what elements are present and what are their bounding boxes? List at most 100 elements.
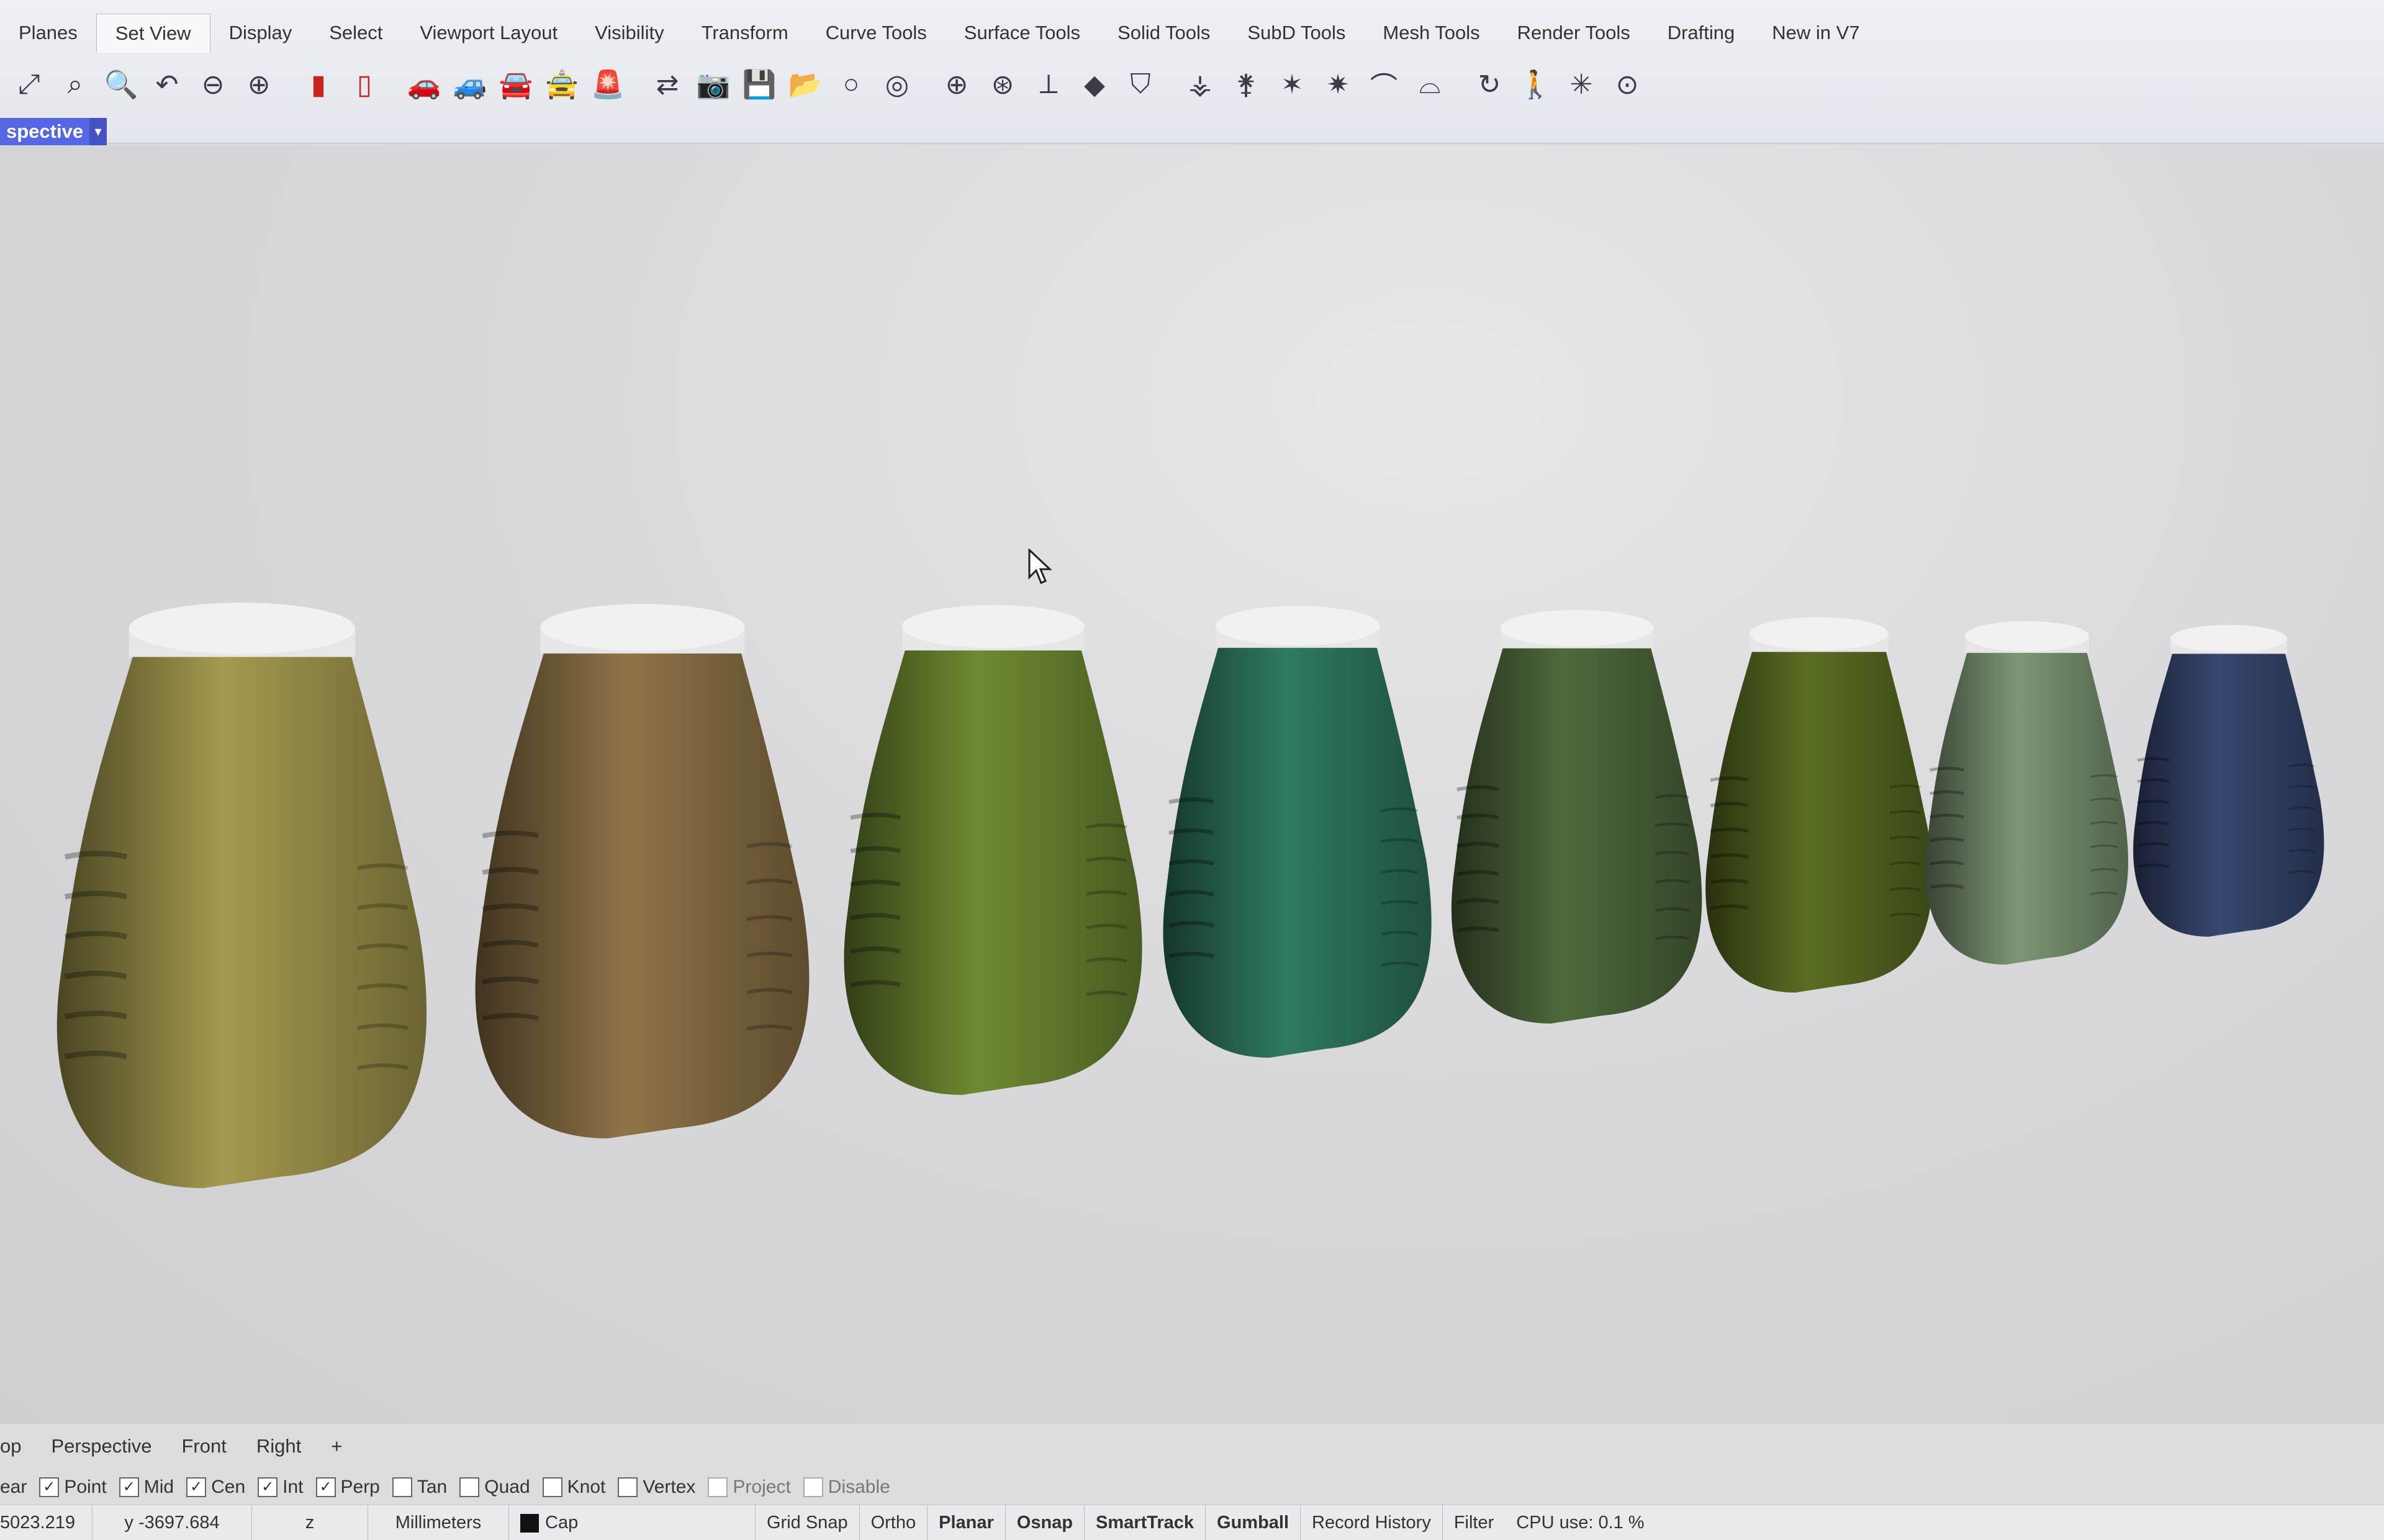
toggle-ortho[interactable]: Ortho [859,1505,928,1540]
sparkle-icon[interactable]: ✳ [1561,64,1602,105]
tab-visibility[interactable]: Visibility [576,14,682,52]
shield-icon[interactable]: ⛉ [1120,64,1161,105]
car-2-icon[interactable]: 🚙 [449,64,490,105]
bottle-cap[interactable] [1500,610,1654,647]
tab-display[interactable]: Display [210,14,311,52]
viewport-title[interactable]: spective ▾ [0,118,107,145]
toggle-gumball[interactable]: Gumball [1205,1505,1300,1540]
osnap-project[interactable]: Project [708,1477,791,1498]
car-5-icon[interactable]: 🚨 [587,64,628,105]
star-2-icon[interactable]: ✷ [1317,64,1358,105]
tripod-2-icon[interactable]: ⚵ [1226,64,1266,105]
rotate-icon[interactable]: ↻ [1469,64,1510,105]
add-viewport-tab-icon[interactable]: + [316,1435,357,1457]
osnap-checkbox[interactable] [392,1477,412,1497]
axis-icon[interactable]: ⟂ [1028,64,1069,105]
tab-viewport-layout[interactable]: Viewport Layout [401,14,576,52]
tab-subd-tools[interactable]: SubD Tools [1229,14,1364,52]
lamp-icon[interactable]: ⌒ [1363,64,1404,105]
osnap-disable[interactable]: Disable [803,1477,890,1498]
osnap-checkbox[interactable]: ✓ [39,1477,60,1497]
viewport-name[interactable]: spective [0,118,90,145]
toggle-planar[interactable]: Planar [927,1505,1005,1540]
star-icon[interactable]: ✶ [1271,64,1312,105]
magnify-2-icon[interactable]: ◎ [877,64,918,105]
osnap-mid[interactable]: ✓ Mid [119,1477,174,1498]
osnap-ear[interactable]: ear [0,1477,27,1498]
zoom-out-icon[interactable]: ⊖ [192,64,233,105]
cube-icon[interactable]: ◆ [1074,64,1115,105]
zoom-icon[interactable]: 🔍 [101,64,142,105]
toggle-smarttrack[interactable]: SmartTrack [1084,1505,1205,1540]
lamp-2-icon[interactable]: ⌓ [1409,64,1450,105]
car-3-icon[interactable]: 🚘 [495,64,536,105]
units[interactable]: Millimeters [368,1505,508,1540]
osnap-checkbox[interactable]: ✓ [258,1477,278,1497]
named-view-icon[interactable]: ▮ [298,64,339,105]
crosshair-icon[interactable]: ⊙ [1607,64,1648,105]
osnap-checkbox[interactable] [542,1477,562,1497]
osnap-checkbox[interactable]: ✓ [186,1477,207,1497]
osnap-point[interactable]: ✓ Point [39,1477,107,1498]
tripod-icon[interactable]: ⚶ [1180,64,1221,105]
toggle-filter[interactable]: Filter [1442,1505,1505,1540]
osnap-tan[interactable]: Tan [392,1477,447,1498]
toggle-grid-snap[interactable]: Grid Snap [755,1505,859,1540]
walk-icon[interactable]: 🚶 [1515,64,1556,105]
tab-new-in-v7[interactable]: New in V7 [1753,14,1878,52]
viewport-tab-op[interactable]: op [0,1435,36,1457]
tab-curve-tools[interactable]: Curve Tools [807,14,946,52]
tab-render-tools[interactable]: Render Tools [1499,14,1649,52]
bottle-cap[interactable] [2170,624,2288,652]
osnap-checkbox[interactable] [459,1477,480,1497]
tab-solid-tools[interactable]: Solid Tools [1099,14,1229,52]
car-4-icon[interactable]: 🚖 [541,64,582,105]
tab-surface-tools[interactable]: Surface Tools [946,14,1099,52]
named-view-2-icon[interactable]: ▯ [344,64,385,105]
osnap-cen[interactable]: ✓ Cen [186,1477,245,1498]
bottle-cap[interactable] [1215,606,1380,646]
save-view-icon[interactable]: 💾 [739,64,780,105]
perspective-viewport[interactable] [0,145,2384,1424]
zoom-extents-icon[interactable]: ⤢ [9,64,50,105]
osnap-quad[interactable]: Quad [459,1477,530,1498]
osnap-checkbox[interactable] [618,1477,638,1497]
bottle-cap[interactable] [1750,617,1889,651]
viewport-dropdown-icon[interactable]: ▾ [89,118,107,145]
tab-planes[interactable]: Planes [0,14,96,52]
tab-mesh-tools[interactable]: Mesh Tools [1364,14,1498,52]
osnap-checkbox[interactable] [803,1477,823,1497]
bottle-cap[interactable] [902,605,1085,649]
target-2-icon[interactable]: ⊛ [982,64,1023,105]
open-view-icon[interactable]: 📂 [785,64,826,105]
camera-move-icon[interactable]: ⇄ [647,64,688,105]
car-icon[interactable]: 🚗 [404,64,445,105]
camera-icon[interactable]: 📷 [693,64,734,105]
zoom-window-icon[interactable]: ⌕ [55,64,96,105]
tab-set-view[interactable]: Set View [96,13,210,53]
osnap-checkbox[interactable]: ✓ [119,1477,139,1497]
bottle-cap[interactable] [540,604,745,651]
osnap-perp[interactable]: ✓ Perp [315,1477,380,1498]
tab-transform[interactable]: Transform [683,14,807,52]
bottle-shading [1705,648,1933,993]
bottle-cap[interactable] [129,603,356,654]
osnap-int[interactable]: ✓ Int [258,1477,304,1498]
undo-view-icon[interactable]: ↶ [147,64,187,105]
osnap-knot[interactable]: Knot [542,1477,605,1498]
osnap-checkbox[interactable] [708,1477,728,1497]
bottle-cap[interactable] [1965,621,2089,652]
viewport-tab-front[interactable]: Front [166,1435,241,1457]
toggle-record-history[interactable]: Record History [1300,1505,1442,1540]
viewport-tab-perspective[interactable]: Perspective [36,1435,166,1457]
current-layer[interactable]: Cap [508,1505,755,1540]
target-icon[interactable]: ⊕ [936,64,977,105]
osnap-checkbox[interactable]: ✓ [315,1477,336,1497]
tab-select[interactable]: Select [310,14,401,52]
toggle-osnap[interactable]: Osnap [1005,1505,1084,1540]
tab-drafting[interactable]: Drafting [1649,14,1754,52]
zoom-all-icon[interactable]: ⊕ [238,64,279,105]
viewport-tab-right[interactable]: Right [242,1435,316,1457]
magnify-icon[interactable]: ○ [831,64,872,105]
osnap-vertex[interactable]: Vertex [618,1477,695,1498]
